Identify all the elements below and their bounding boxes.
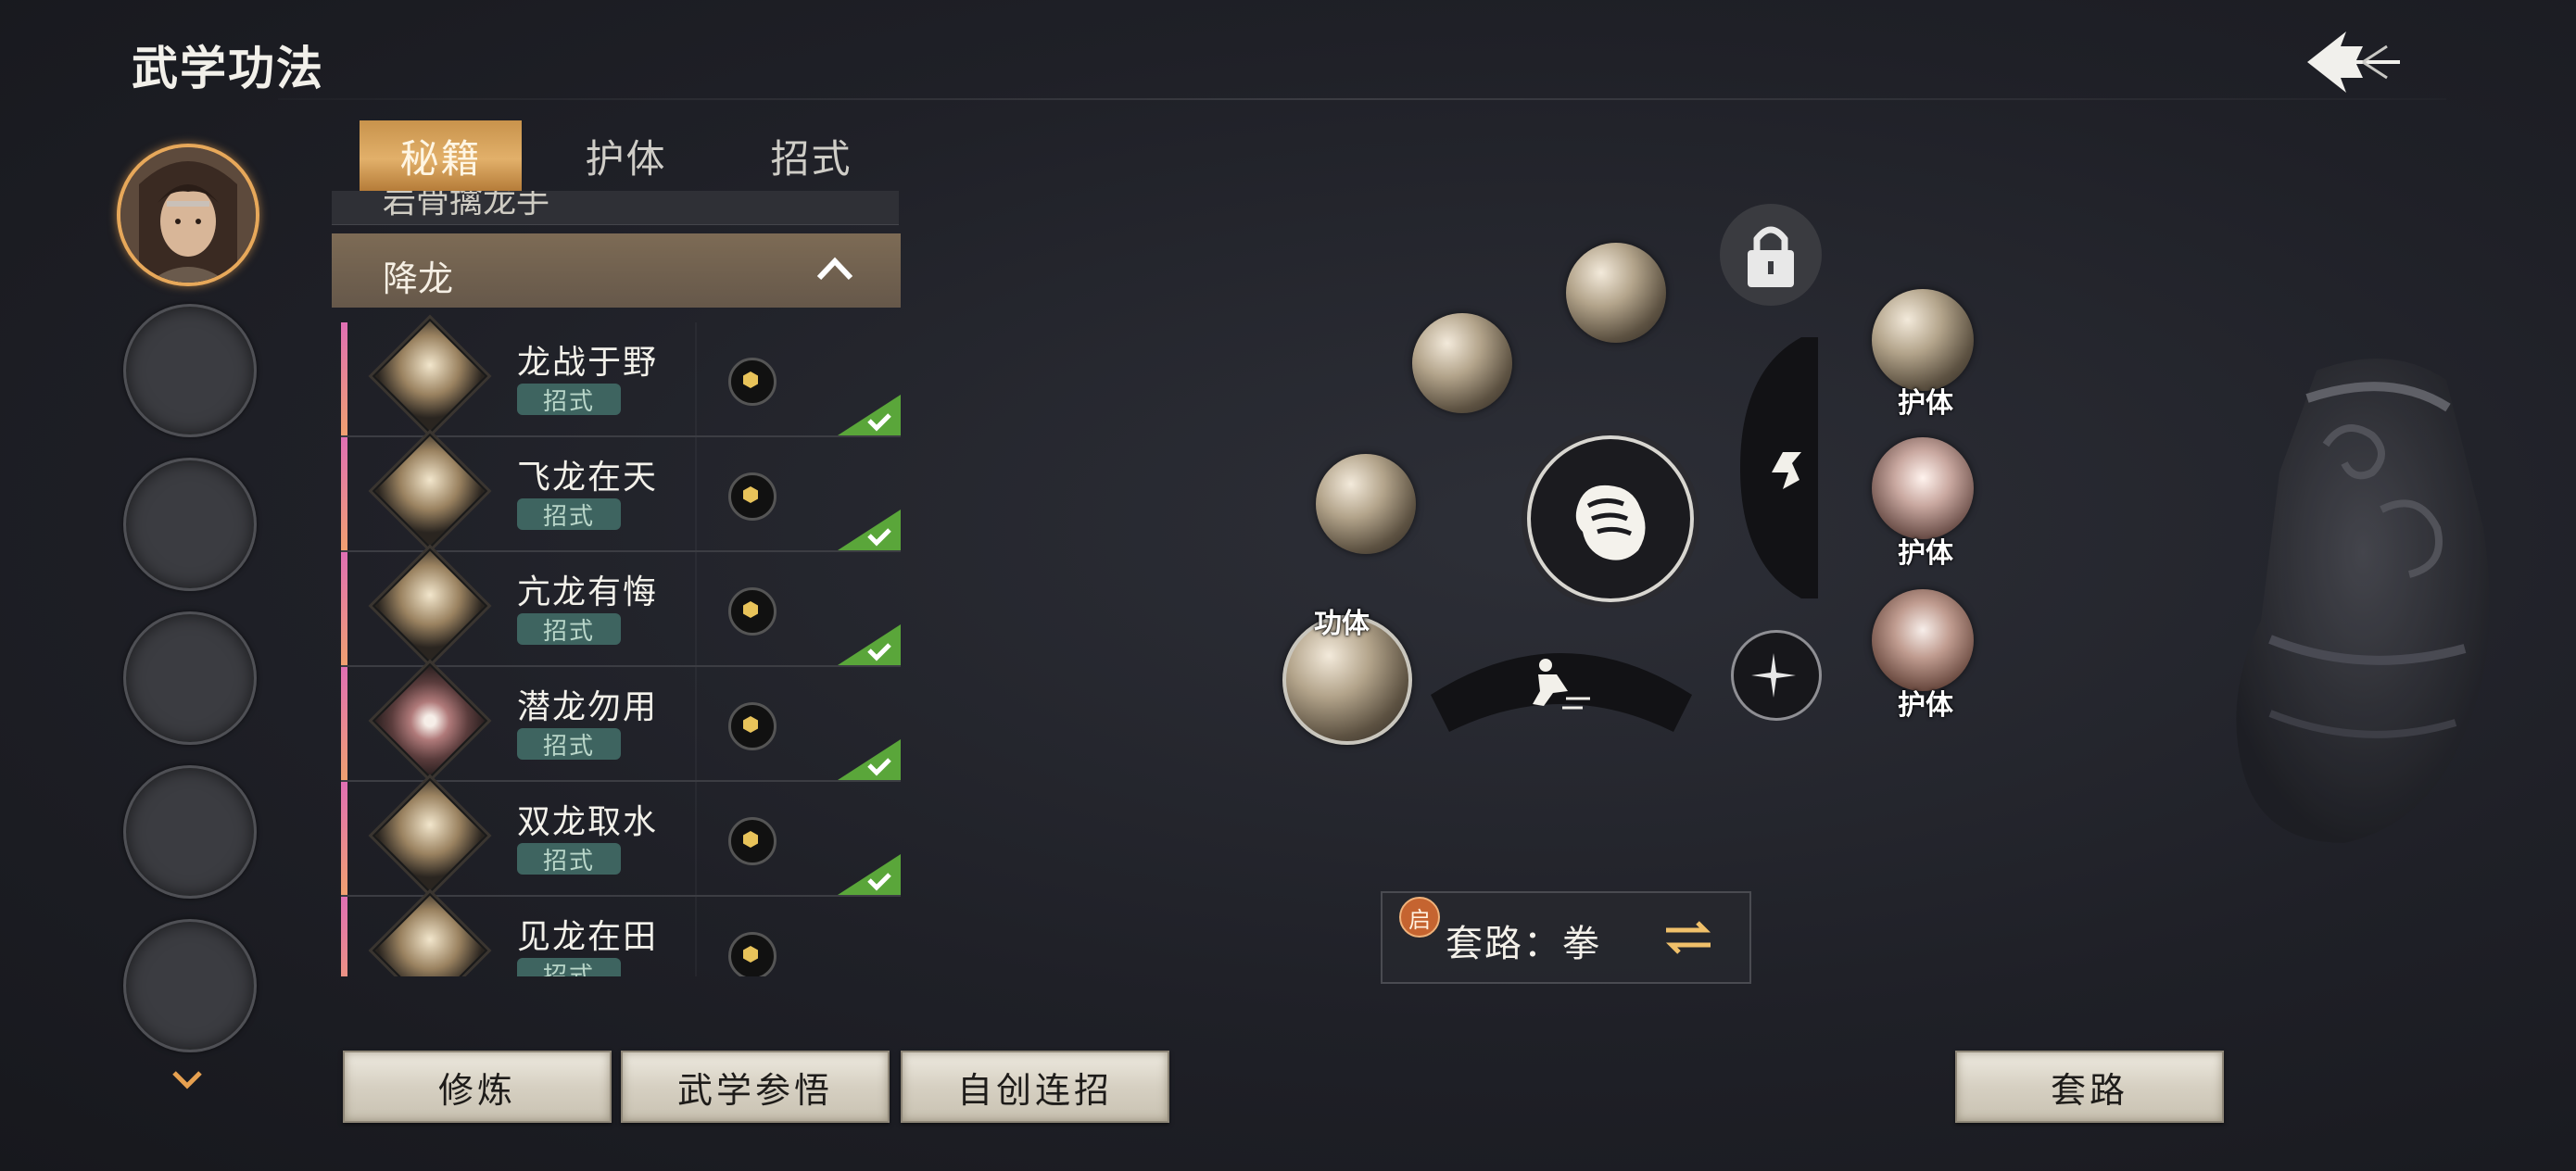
character-slot-empty[interactable] (123, 919, 257, 1052)
coin-icon (728, 358, 777, 406)
taolu-button[interactable]: 套路 (1955, 1051, 2224, 1123)
page-title: 武学功法 (132, 41, 324, 95)
compass-star-icon[interactable] (1731, 630, 1822, 721)
gongti-label: 功体 (1314, 608, 1370, 640)
skill-type-tag: 招式 (517, 728, 621, 761)
fist-icon (1575, 485, 1646, 560)
row-divider (695, 782, 697, 895)
skill-orb[interactable] (1566, 243, 1666, 343)
huti-label: 护体 (1898, 689, 1953, 722)
row-accent-bar (341, 437, 347, 550)
coin-icon (728, 472, 777, 521)
tab-zhaoshi[interactable]: 招式 (730, 120, 892, 191)
swap-icon[interactable] (1661, 917, 1716, 958)
skill-name: 飞龙在天 (517, 459, 659, 497)
huti-label: 护体 (1898, 537, 1953, 570)
lock-icon (1748, 226, 1794, 287)
dragon-skill-icon (372, 548, 488, 664)
skill-type-tag: 招式 (517, 613, 621, 646)
coin-icon (728, 587, 777, 636)
dragon-skill-icon (372, 777, 488, 894)
skill-orb[interactable] (1412, 313, 1512, 413)
center-skill-hub[interactable] (1527, 435, 1694, 602)
skill-name: 双龙取水 (517, 803, 659, 841)
section-title: 降龙 (383, 258, 454, 299)
character-slot-empty[interactable] (123, 611, 257, 745)
huti-orb[interactable] (1872, 289, 1974, 391)
back-arrow-icon (2307, 31, 2400, 93)
skill-list[interactable]: 岩骨擒龙手 降龙 龙战于野 招式 飞龙在天 招式 亢龙有悔 招式 潜龙勿用 招式… (330, 191, 903, 976)
arc-slot-bottom[interactable] (1427, 621, 1696, 741)
scroll-down-chevron-icon[interactable] (169, 1065, 206, 1093)
skill-type-tag: 招式 (517, 498, 621, 531)
check-icon (838, 510, 901, 550)
row-accent-bar (341, 552, 347, 665)
character-slot-empty[interactable] (123, 458, 257, 591)
section-header[interactable]: 降龙 (332, 233, 901, 308)
arc-slot-right[interactable] (1735, 334, 1818, 602)
dragon-skill-icon (372, 433, 488, 549)
martial-comprehension-button[interactable]: 武学参悟 (621, 1051, 890, 1123)
skill-row[interactable]: 潜龙勿用 招式 (341, 662, 901, 782)
avatar (120, 147, 256, 283)
skill-name: 龙战于野 (517, 344, 659, 382)
huti-orb[interactable] (1872, 589, 1974, 691)
dragon-skill-icon (372, 892, 488, 976)
collapsed-section-title: 岩骨擒龙手 (383, 191, 550, 220)
character-slot-empty[interactable] (123, 765, 257, 899)
skill-row[interactable]: 龙战于野 招式 (341, 318, 901, 437)
row-divider (695, 897, 697, 976)
huti-orb[interactable] (1872, 437, 1974, 539)
collapsed-section-header[interactable]: 岩骨擒龙手 (332, 191, 899, 225)
row-divider (695, 322, 697, 435)
chevron-up-icon[interactable] (815, 254, 854, 282)
skill-name: 亢龙有悔 (517, 573, 659, 611)
row-accent-bar (341, 897, 347, 976)
header-divider (278, 98, 2446, 100)
custom-combo-button[interactable]: 自创连招 (901, 1051, 1169, 1123)
check-icon (838, 395, 901, 435)
skill-name: 潜龙勿用 (517, 688, 659, 726)
taolu-badge: 启 (1399, 897, 1440, 938)
coin-icon (728, 932, 777, 976)
skill-type-tag: 招式 (517, 958, 621, 976)
taolu-selector[interactable]: 启 套路：拳 (1381, 891, 1751, 984)
tab-huti[interactable]: 护体 (545, 120, 707, 191)
check-icon (838, 624, 901, 665)
character-avatar-active[interactable] (117, 144, 259, 286)
skill-row[interactable]: 飞龙在天 招式 (341, 433, 901, 552)
locked-slot[interactable] (1720, 204, 1822, 306)
check-icon (838, 854, 901, 895)
check-icon (838, 739, 901, 780)
row-accent-bar (341, 667, 347, 780)
coin-icon (728, 817, 777, 865)
row-divider (695, 667, 697, 780)
row-accent-bar (341, 322, 347, 435)
coin-icon (728, 702, 777, 750)
skill-type-tag: 招式 (517, 843, 621, 875)
skill-row[interactable]: 亢龙有悔 招式 (341, 548, 901, 667)
back-button[interactable] (2298, 20, 2409, 104)
gauntlet-artwork (2205, 343, 2539, 862)
skill-name: 见龙在田 (517, 918, 659, 956)
dragon-skill-icon (372, 318, 488, 434)
train-button[interactable]: 修炼 (343, 1051, 612, 1123)
skill-orb[interactable] (1316, 454, 1416, 554)
skill-row[interactable]: 见龙在田 招式 (341, 892, 901, 976)
skill-type-tag: 招式 (517, 384, 621, 416)
taolu-label: 套路：拳 (1446, 923, 1601, 965)
character-slot-empty[interactable] (123, 304, 257, 437)
tab-miji[interactable]: 秘籍 (360, 120, 522, 195)
row-divider (695, 552, 697, 665)
row-divider (695, 437, 697, 550)
row-accent-bar (341, 782, 347, 895)
huti-label: 护体 (1898, 387, 1953, 420)
skill-row[interactable]: 双龙取水 招式 (341, 777, 901, 897)
swirl-skill-icon (372, 662, 488, 779)
